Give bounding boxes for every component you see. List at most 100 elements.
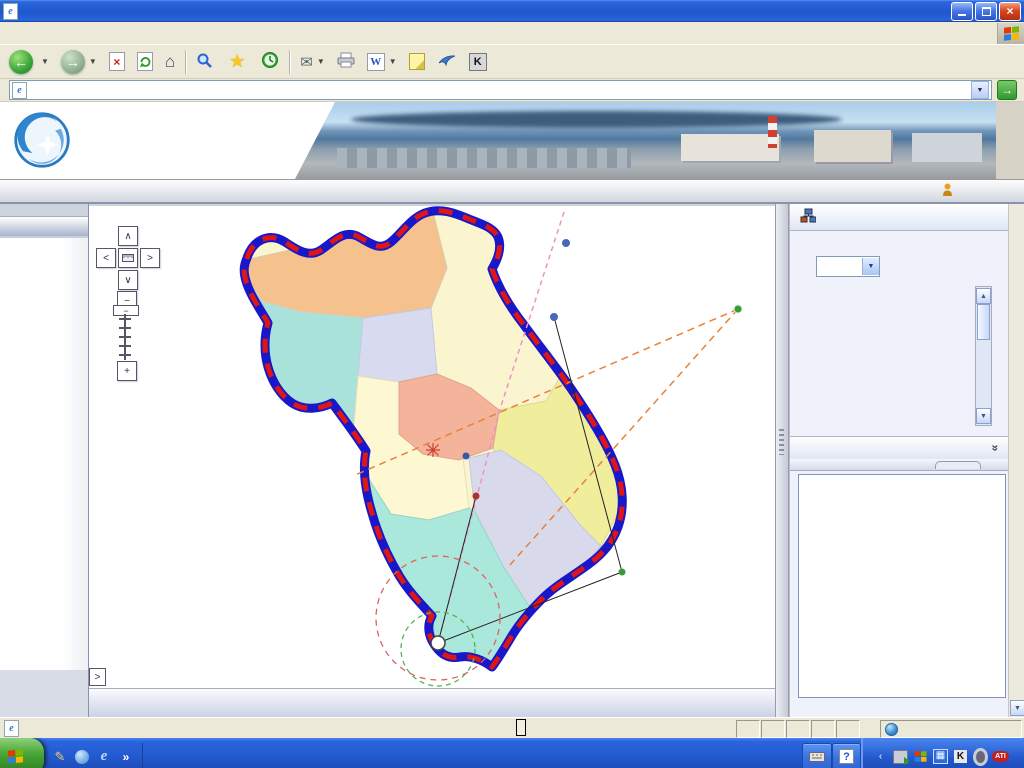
quick-launch-bar: ✎ e »: [44, 743, 143, 768]
minimize-button[interactable]: [951, 2, 973, 21]
tray-ati-icon[interactable]: ATI: [993, 749, 1008, 764]
k-icon: K: [469, 53, 487, 71]
quicklaunch-overflow-chevron[interactable]: »: [118, 749, 134, 765]
typhoon-panel-header: [790, 204, 1009, 231]
notes-button[interactable]: [404, 48, 430, 76]
forward-icon: →: [61, 50, 85, 74]
favorites-button[interactable]: ★: [224, 48, 254, 76]
track-point: [550, 313, 558, 321]
mail-icon: ✉: [300, 53, 313, 71]
refresh-icon: [137, 52, 153, 71]
start-button[interactable]: [0, 738, 44, 768]
ie-page-icon: e: [3, 3, 18, 20]
zoom-slider-track[interactable]: [124, 314, 126, 360]
scroll-down-icon[interactable]: ▼: [976, 408, 991, 424]
pan-up-button[interactable]: ∧: [118, 226, 138, 246]
tray-grid-icon[interactable]: ▦: [933, 749, 948, 764]
horizontal-splitter[interactable]: [790, 459, 1009, 471]
search-button[interactable]: [191, 48, 222, 76]
back-dropdown-icon[interactable]: ▼: [41, 57, 49, 66]
path-list-header[interactable]: »: [790, 436, 1009, 460]
sidebar-expand-button[interactable]: >: [89, 668, 106, 686]
home-button[interactable]: ⌂: [160, 48, 180, 76]
year-dropdown-icon[interactable]: ▼: [862, 258, 879, 275]
back-button[interactable]: ← ▼: [4, 48, 54, 76]
edit-word-button[interactable]: W ▼: [362, 48, 402, 76]
address-input[interactable]: e ▼: [9, 80, 992, 100]
window-titlebar: e ×: [0, 0, 1024, 22]
print-button[interactable]: [332, 48, 360, 76]
windows-taskbar: ✎ e » ? ‹ ▦ K ATI: [0, 738, 1024, 768]
path-table: [798, 474, 1006, 698]
year-select[interactable]: ▼: [816, 256, 880, 277]
zoom-slider-handle[interactable]: −: [113, 305, 139, 316]
mail-button[interactable]: ✉ ▼: [295, 48, 330, 76]
user-icon: [942, 183, 953, 200]
tray-kaspersky-icon[interactable]: K: [953, 749, 968, 764]
note-icon: [409, 53, 425, 70]
status-bar: e: [0, 717, 1024, 738]
zoom-in-step-button[interactable]: +: [117, 361, 137, 381]
refresh-button[interactable]: [132, 48, 158, 76]
quicklaunch-pen-icon[interactable]: ✎: [52, 749, 68, 765]
typhoon-table-scrollbar[interactable]: ▲ ▼: [975, 286, 992, 426]
system-tray: ‹ ▦ K ATI: [861, 738, 1024, 768]
gis-map[interactable]: [89, 206, 778, 689]
go-button[interactable]: →: [997, 80, 1020, 100]
mail-dropdown-icon[interactable]: ▼: [317, 57, 325, 66]
language-bar-button[interactable]: [802, 743, 832, 768]
help-button[interactable]: ?: [832, 743, 861, 768]
intranet-globe-icon: [885, 723, 898, 736]
panel-scrollbar[interactable]: ▼: [1008, 204, 1024, 717]
stop-icon: ×: [109, 52, 125, 71]
typhoon-table: [798, 286, 974, 403]
windows-flag-icon: [1004, 26, 1019, 41]
tray-hide-chevron[interactable]: ‹: [873, 749, 888, 764]
scroll-down-icon[interactable]: ▼: [1010, 700, 1024, 716]
edit-dropdown-icon[interactable]: ▼: [389, 57, 397, 66]
menu-bar: [0, 22, 1024, 45]
kaspersky-button[interactable]: K: [464, 48, 492, 76]
collapse-chevron-icon[interactable]: »: [989, 445, 1003, 452]
stop-button[interactable]: ×: [104, 48, 130, 76]
windows-logo: [997, 23, 1024, 44]
data-tree-icon: [800, 208, 816, 226]
browser-window: e × ← ▼ → ▼ × ⌂: [0, 0, 1024, 768]
ie-page-icon: e: [4, 720, 19, 737]
company-logo: [12, 110, 72, 173]
restore-button[interactable]: [975, 2, 997, 21]
quicklaunch-ie-icon[interactable]: e: [96, 749, 112, 765]
back-icon: ←: [9, 50, 33, 74]
history-icon: [261, 51, 279, 72]
typhoon-position-marker: [431, 636, 445, 650]
main-nav-bar: [0, 180, 1024, 204]
full-extent-button[interactable]: [118, 248, 138, 268]
windows-flag-icon: [8, 749, 23, 764]
forward-dropdown-icon[interactable]: ▼: [89, 57, 97, 66]
tray-update-icon[interactable]: [973, 749, 988, 764]
plant-photo: [295, 102, 996, 179]
go-arrow-icon: →: [997, 80, 1017, 100]
wind-marker: [426, 443, 440, 457]
scroll-up-icon[interactable]: ▲: [976, 288, 991, 304]
pan-down-button[interactable]: ∨: [118, 270, 138, 290]
map-area[interactable]: ∧ < > ∨ − − + >: [89, 204, 775, 717]
pan-right-button[interactable]: >: [140, 248, 160, 268]
close-button[interactable]: ×: [999, 2, 1021, 21]
address-dropdown-button[interactable]: ▼: [971, 81, 989, 99]
tray-windows-icon[interactable]: [913, 749, 928, 764]
panel-splitter[interactable]: [775, 204, 789, 717]
track-point: [473, 493, 480, 500]
messenger-button[interactable]: [432, 48, 462, 76]
sidebar-title: [0, 217, 88, 238]
quicklaunch-msn-icon[interactable]: [74, 749, 90, 765]
word-icon: W: [367, 53, 385, 71]
history-button[interactable]: [256, 48, 284, 76]
track-point: [734, 305, 742, 313]
track-point: [463, 453, 470, 460]
pan-left-button[interactable]: <: [96, 248, 116, 268]
district-fills: [241, 211, 622, 667]
forward-button[interactable]: → ▼: [56, 48, 102, 76]
browser-toolbar: ← ▼ → ▼ × ⌂ ★: [0, 45, 1024, 79]
tray-sql-icon[interactable]: [893, 749, 908, 764]
